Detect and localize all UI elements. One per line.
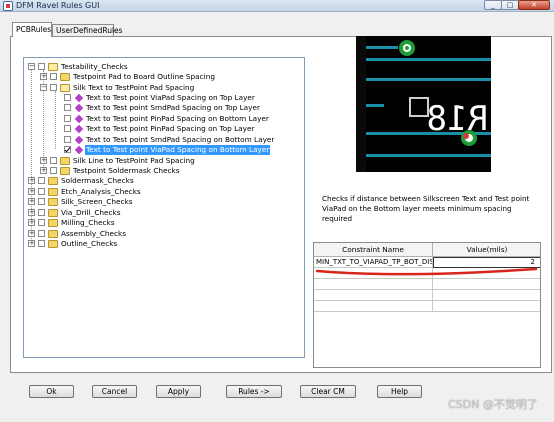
expand-icon[interactable]: +: [40, 73, 47, 80]
tree-node-label: Text to Test point PinPad Spacing on Bot…: [86, 114, 269, 123]
rule-diamond-icon: [74, 93, 84, 103]
column-header-value[interactable]: Value(mils): [433, 243, 540, 257]
folder-icon: [48, 240, 58, 248]
app-window: DFM Ravel Rules GUI _ □ ✕ PCBRules UserD…: [0, 0, 554, 422]
empty-cell[interactable]: [433, 301, 540, 312]
folder-icon: [60, 157, 70, 165]
tab-userdefinedrules[interactable]: UserDefinedRules: [52, 24, 123, 36]
cancel-button[interactable]: Cancel: [92, 385, 137, 398]
empty-cell[interactable]: [314, 301, 433, 312]
clear-cm-button[interactable]: Clear CM: [300, 385, 356, 398]
red-annotation-underline: [315, 267, 538, 276]
tree-node-label: Testpoint Pad to Board Outline Spacing: [73, 72, 215, 81]
node-checkbox[interactable]: [64, 104, 71, 111]
expand-icon[interactable]: +: [28, 240, 35, 247]
node-checkbox[interactable]: [64, 125, 71, 132]
node-checkbox[interactable]: [50, 167, 57, 174]
empty-cell[interactable]: [433, 290, 540, 301]
folder-open-icon: [60, 84, 70, 92]
expand-icon[interactable]: +: [28, 219, 35, 226]
tree-node-label: Assembly_Checks: [61, 229, 127, 238]
folder-icon: [48, 219, 58, 227]
tree-node-label: Testability_Checks: [61, 62, 128, 71]
tree-node-label: Via_Drill_Checks: [61, 208, 121, 217]
folder-open-icon: [48, 63, 58, 71]
expand-icon[interactable]: +: [28, 188, 35, 195]
folder-icon: [48, 230, 58, 238]
rule-diamond-icon: [74, 103, 84, 113]
node-checkbox[interactable]: [50, 84, 57, 91]
folder-icon: [48, 188, 58, 196]
rule-diamond-icon: [74, 145, 84, 155]
node-checkbox[interactable]: [50, 73, 57, 80]
tree-node-label: Text to Test point ViaPad Spacing on Top…: [86, 93, 255, 102]
tree-node-label: Milling_Checks: [61, 218, 115, 227]
expand-icon[interactable]: +: [28, 230, 35, 237]
title-bar[interactable]: DFM Ravel Rules GUI _ □ ✕: [0, 0, 554, 12]
rule-diamond-icon: [74, 124, 84, 134]
tree-node-label-selected: Text to Test point ViaPad Spacing on Bot…: [85, 145, 271, 155]
node-checkbox[interactable]: [38, 63, 45, 70]
column-header-constraint[interactable]: Constraint Name: [314, 243, 433, 257]
node-checkbox[interactable]: [38, 240, 45, 247]
silk-text-glyph: R18: [427, 99, 488, 139]
folder-icon: [48, 209, 58, 217]
node-checkbox-checked[interactable]: [64, 146, 71, 153]
rule-diamond-icon: [74, 135, 84, 145]
tree-node-label: Text to Test point PinPad Spacing on Top…: [86, 124, 255, 133]
maximize-button[interactable]: □: [501, 0, 519, 10]
rules-button[interactable]: Rules ->: [226, 385, 282, 398]
tree-node-label: Text to Test point SmdPad Spacing on Top…: [86, 103, 260, 112]
node-checkbox[interactable]: [38, 219, 45, 226]
window-title: DFM Ravel Rules GUI: [16, 1, 100, 10]
node-checkbox[interactable]: [38, 209, 45, 216]
constraint-grid[interactable]: Constraint Name Value(mils) MIN_TXT_TO_V…: [313, 242, 541, 368]
tree-node-label: Outline_Checks: [61, 239, 118, 248]
app-icon: [3, 1, 13, 11]
tree-node-label: Silk Text to TestPoint Pad Spacing: [73, 83, 195, 92]
tree-node-label: Text to Test point SmdPad Spacing on Bot…: [86, 135, 275, 144]
tree-node-label: Silk Line to TestPoint Pad Spacing: [73, 156, 195, 165]
tree-node-label: Etch_Analysis_Checks: [61, 187, 141, 196]
node-checkbox[interactable]: [38, 177, 45, 184]
tree-node-label: Soldermask_Checks: [61, 176, 134, 185]
close-button[interactable]: ✕: [518, 0, 550, 10]
rules-tree[interactable]: − Testability_Checks + Testpoint Pad to …: [23, 57, 305, 358]
expand-icon[interactable]: +: [40, 167, 47, 174]
node-checkbox[interactable]: [64, 94, 71, 101]
node-checkbox[interactable]: [38, 198, 45, 205]
minimize-button[interactable]: _: [484, 0, 502, 10]
node-checkbox[interactable]: [64, 136, 71, 143]
collapse-icon[interactable]: −: [28, 63, 35, 70]
expand-icon[interactable]: +: [28, 198, 35, 205]
empty-cell[interactable]: [314, 290, 433, 301]
expand-icon[interactable]: +: [28, 177, 35, 184]
tree-node-label: Silk_Screen_Checks: [61, 197, 133, 206]
expand-icon[interactable]: +: [28, 209, 35, 216]
tree-node-label: Testpoint Soldermask Checks: [73, 166, 180, 175]
apply-button[interactable]: Apply: [156, 385, 201, 398]
folder-icon: [48, 177, 58, 185]
ok-button[interactable]: Ok: [29, 385, 74, 398]
folder-icon: [60, 73, 70, 81]
node-checkbox[interactable]: [38, 230, 45, 237]
tab-pcbrules[interactable]: PCBRules: [12, 22, 52, 37]
folder-icon: [60, 167, 70, 175]
node-checkbox[interactable]: [38, 188, 45, 195]
rule-diamond-icon: [74, 114, 84, 124]
folder-icon: [48, 198, 58, 206]
help-button[interactable]: Help: [377, 385, 422, 398]
watermark-text: CSDN @不觉明了: [448, 398, 538, 411]
expand-icon[interactable]: +: [40, 157, 47, 164]
rule-preview-image: R18: [356, 36, 491, 172]
rule-description: Checks if distance between Silkscreen Te…: [322, 194, 530, 223]
pcb-preview-graphic: R18: [356, 36, 491, 172]
tree-line: [55, 91, 56, 149]
collapse-icon[interactable]: −: [40, 84, 47, 91]
node-checkbox[interactable]: [50, 157, 57, 164]
node-checkbox[interactable]: [64, 115, 71, 122]
